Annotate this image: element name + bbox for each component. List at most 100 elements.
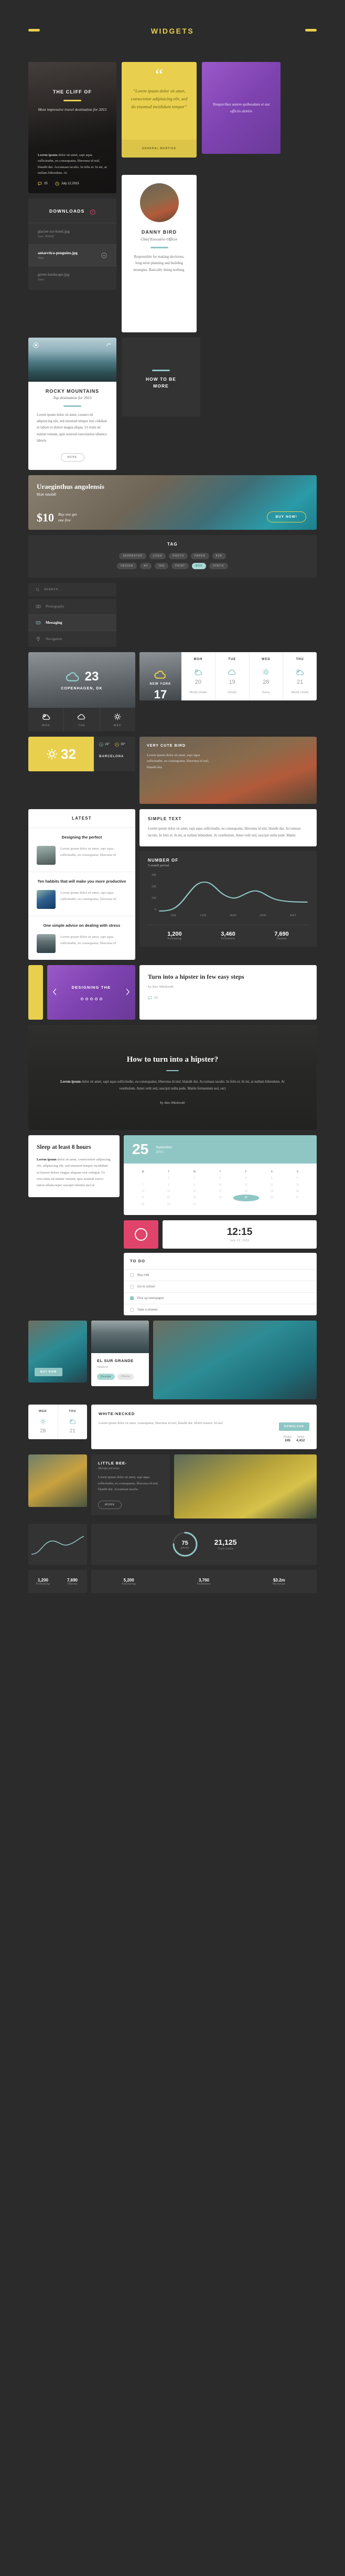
pin-icon bbox=[36, 636, 41, 642]
tag-chip-active[interactable]: BOX bbox=[192, 563, 207, 570]
tag-chip[interactable]: PHOTO bbox=[169, 553, 188, 560]
designing-time-card[interactable]: DESIGNING THE bbox=[47, 965, 135, 1020]
calendar-cell[interactable]: 20 bbox=[285, 1188, 310, 1195]
download-size: Size: 856KB bbox=[38, 235, 54, 238]
tag-chip[interactable]: B2B bbox=[212, 553, 226, 560]
download-button[interactable]: DOWNLOAD bbox=[279, 1422, 309, 1431]
calendar-cell[interactable]: 28 bbox=[130, 1201, 156, 1208]
todo-checkbox[interactable] bbox=[130, 1285, 134, 1289]
calendar-cell[interactable]: 10 bbox=[207, 1182, 233, 1188]
forecast-day[interactable]: WED bbox=[100, 708, 135, 731]
chevron-left-icon[interactable] bbox=[52, 988, 57, 996]
todo-checkbox-checked[interactable] bbox=[130, 1296, 134, 1301]
tag-chip[interactable]: STATIC bbox=[209, 563, 228, 570]
calendar-cell[interactable]: 8 bbox=[156, 1182, 181, 1188]
calendar-cell[interactable]: 30 bbox=[181, 1201, 207, 1208]
hipster-small-card[interactable]: Turn into a hipster in few easy steps by… bbox=[139, 965, 317, 1020]
comment-icon bbox=[38, 182, 42, 186]
calendar-cell[interactable]: 17 bbox=[207, 1188, 233, 1195]
sidebar-item-photography[interactable]: Photography bbox=[28, 599, 116, 614]
record-button-card[interactable] bbox=[124, 1220, 158, 1249]
heart-icon[interactable] bbox=[33, 342, 39, 348]
buy-now-button[interactable]: BUY NOW bbox=[35, 1368, 63, 1377]
calendar-days[interactable]: 1 2 3 4 5 6 7 8 9 10 11 12 13 14 15 16 1… bbox=[130, 1175, 310, 1208]
calendar-cell[interactable]: 11 bbox=[233, 1182, 259, 1188]
calendar-cell[interactable] bbox=[130, 1175, 156, 1181]
slider-dot[interactable] bbox=[90, 997, 93, 1000]
tag-chip[interactable]: SEPARATOR bbox=[119, 553, 146, 560]
calendar-cell[interactable]: 13 bbox=[285, 1182, 310, 1188]
slider-dots[interactable] bbox=[80, 997, 102, 1000]
littlebee-more-button[interactable]: MORE bbox=[98, 1500, 122, 1509]
tag-chip[interactable]: TAG bbox=[154, 563, 169, 570]
buy-now-button[interactable]: BUY NOW! bbox=[266, 511, 306, 523]
calendar-cell[interactable]: 16 bbox=[181, 1188, 207, 1195]
calendar-cell-selected[interactable]: 25 bbox=[233, 1195, 259, 1201]
cliff-comment-count: 25 bbox=[44, 182, 48, 185]
download-chevron-down-icon[interactable] bbox=[101, 252, 107, 258]
list-item[interactable]: Designing the perfect Lorem ipsum dolor … bbox=[28, 828, 135, 872]
calendar-cell[interactable]: 12 bbox=[259, 1182, 285, 1188]
list-item[interactable]: green-landscape.jpg Size: bbox=[28, 266, 116, 290]
tag-chip[interactable]: LOGO bbox=[149, 553, 166, 560]
calendar-cell[interactable]: 9 bbox=[181, 1182, 207, 1188]
sidebar-item-messaging[interactable]: Messaging bbox=[28, 615, 116, 631]
list-item[interactable]: antarctica-penguins.jpg Size: bbox=[28, 245, 116, 266]
calendar-cell[interactable]: 4 bbox=[233, 1175, 259, 1181]
calendar-cell[interactable]: 6 bbox=[285, 1175, 310, 1181]
todo-item[interactable]: Take a shower bbox=[124, 1304, 317, 1315]
forecast-day[interactable]: THU 21 Mostly cloudy bbox=[283, 652, 317, 700]
sidebar-item-navigation[interactable]: Navigation bbox=[28, 631, 116, 647]
todo-item[interactable]: Buy milk bbox=[124, 1270, 317, 1281]
rocky-card[interactable]: ROCKY MOUNTAINS Top destination for 2015… bbox=[28, 338, 116, 470]
list-item[interactable]: Ten habbits that will make you more prod… bbox=[28, 872, 135, 916]
list-item[interactable]: glacier-ice-hotel.jpg Size: 856KB bbox=[28, 223, 116, 244]
todo-item[interactable]: Pick up newspaper bbox=[124, 1293, 317, 1304]
slider-dot[interactable] bbox=[94, 997, 98, 1000]
chevron-right-icon[interactable] bbox=[125, 988, 130, 996]
elsur-tag[interactable]: Design bbox=[97, 1374, 115, 1380]
forecast-day[interactable]: TUE 19 Cloudy bbox=[215, 652, 250, 701]
list-item[interactable]: One simple advice on dealing with stress… bbox=[28, 916, 135, 960]
calendar-cell[interactable]: 21 bbox=[130, 1195, 156, 1201]
calendar-cell[interactable]: 27 bbox=[285, 1195, 310, 1201]
buy-bird-card[interactable]: BUY NOW bbox=[28, 1321, 87, 1383]
search-box[interactable]: SEARCH... bbox=[28, 583, 116, 597]
slider-dot[interactable] bbox=[85, 997, 88, 1000]
gauge-card: 75 percent 21,125 Total visits bbox=[91, 1524, 317, 1565]
calendar-cell[interactable]: 26 bbox=[259, 1195, 285, 1201]
elsur-card[interactable]: EL SUR GRANDE Nautical Design Photo bbox=[91, 1321, 149, 1387]
rocky-more-button[interactable]: MORE bbox=[60, 453, 84, 462]
forecast-day[interactable]: MON 20 Mostly cloudy bbox=[181, 652, 215, 701]
forecast-day[interactable]: WED 28 Sunny bbox=[250, 652, 284, 701]
calendar-cell[interactable]: 15 bbox=[156, 1188, 181, 1195]
slider-dot[interactable] bbox=[99, 997, 102, 1000]
todo-item[interactable]: Go to school bbox=[124, 1281, 317, 1292]
calendar-cell[interactable]: 7 bbox=[130, 1182, 156, 1188]
forecast-day[interactable]: MON bbox=[28, 708, 64, 732]
tag-chip[interactable]: A4 bbox=[140, 563, 152, 570]
calendar-cell[interactable]: 23 bbox=[181, 1195, 207, 1201]
calendar-cell[interactable]: 5 bbox=[259, 1175, 285, 1181]
calendar-cell[interactable]: 1 bbox=[156, 1175, 181, 1181]
calendar-cell[interactable]: 14 bbox=[130, 1188, 156, 1195]
calendar-cell[interactable]: 24 bbox=[207, 1195, 233, 1201]
calendar-cell[interactable]: 18 bbox=[233, 1188, 259, 1195]
calendar-cell[interactable]: 2 bbox=[181, 1175, 207, 1181]
cliff-card[interactable]: THE CLIFF OF Most impressive travel dest… bbox=[28, 62, 116, 193]
todo-checkbox[interactable] bbox=[130, 1308, 134, 1312]
calendar-cell[interactable]: 19 bbox=[259, 1188, 285, 1195]
search-input[interactable]: SEARCH... bbox=[44, 588, 62, 591]
tag-chip[interactable]: PAPER bbox=[191, 553, 209, 560]
tag-chip[interactable]: DESIGN bbox=[117, 563, 137, 570]
elsur-tag[interactable]: Photo bbox=[117, 1374, 134, 1380]
calendar-cell[interactable]: 3 bbox=[207, 1175, 233, 1181]
forecast-day[interactable]: TUE bbox=[64, 708, 100, 732]
share-icon[interactable] bbox=[106, 342, 112, 348]
todo-checkbox[interactable] bbox=[130, 1273, 134, 1277]
tag-chip[interactable]: PRINT bbox=[171, 563, 189, 570]
calendar-cell[interactable]: 22 bbox=[156, 1195, 181, 1201]
slider-dot[interactable] bbox=[80, 997, 83, 1000]
calendar-cell[interactable]: 29 bbox=[156, 1201, 181, 1208]
product-banner[interactable]: Uraeginthus angolensis Blue waxbill $10 … bbox=[28, 475, 317, 530]
